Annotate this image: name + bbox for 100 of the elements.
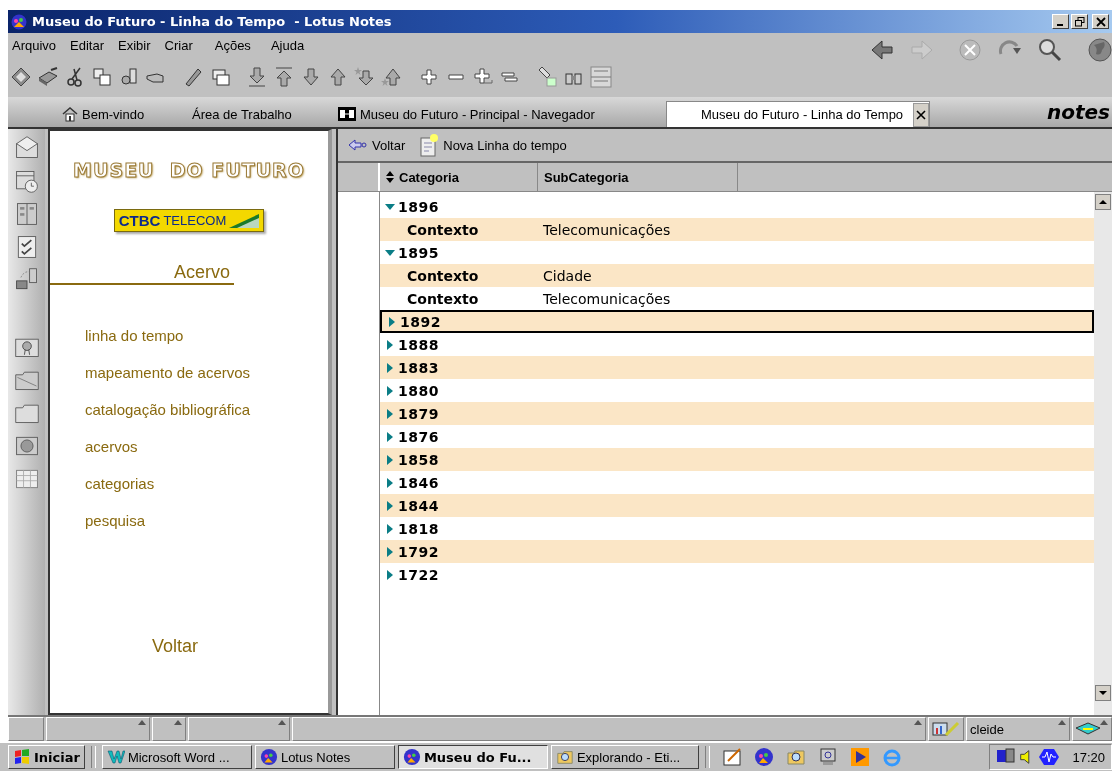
monitor-icon[interactable]: [817, 747, 838, 767]
new-timeline-button[interactable]: Nova Linha do tempo: [419, 133, 567, 157]
collapsed-triangle-icon[interactable]: [385, 569, 395, 580]
category-row[interactable]: 1892: [380, 310, 1094, 333]
minimize-button[interactable]: [1052, 14, 1069, 29]
collapsed-triangle-icon[interactable]: [385, 500, 395, 511]
star-arrow-down-icon[interactable]: [354, 66, 376, 88]
popup-arrow-icon[interactable]: [914, 720, 922, 725]
popup-arrow-icon[interactable]: [174, 720, 182, 725]
back-link[interactable]: Voltar: [152, 636, 199, 657]
tab[interactable]: Museu do Futuro - Linha do Tempo: [666, 101, 931, 127]
column-header[interactable]: Categoria: [380, 163, 538, 191]
globe-icon[interactable]: [1088, 38, 1112, 62]
category-row[interactable]: 1879: [380, 402, 1094, 425]
category-row[interactable]: 1880: [380, 379, 1094, 402]
expanded-triangle-icon[interactable]: [385, 247, 395, 258]
status-bar-segment[interactable]: [152, 717, 186, 741]
pen-icon[interactable]: [721, 747, 742, 767]
collapsed-triangle-icon[interactable]: [385, 546, 395, 557]
category-row[interactable]: 1883: [380, 356, 1094, 379]
category-row[interactable]: 1792: [380, 540, 1094, 563]
category-row[interactable]: 1876: [380, 425, 1094, 448]
wave-badge-icon[interactable]: [1038, 748, 1061, 766]
menu-item[interactable]: Editar: [70, 37, 105, 53]
category-row[interactable]: 1818: [380, 517, 1094, 540]
magnifier-folder-icon[interactable]: [785, 747, 806, 767]
document-row[interactable]: Contexto Cidade: [380, 264, 1094, 287]
back-action-button[interactable]: Voltar: [348, 137, 406, 153]
arrow-down-icon[interactable]: [246, 66, 268, 88]
category-row[interactable]: 1888: [380, 333, 1094, 356]
category-row[interactable]: 1895: [380, 241, 1094, 264]
nav-link[interactable]: linha do tempo: [85, 327, 184, 344]
arrow-up-icon[interactable]: [327, 66, 349, 88]
collapsed-triangle-icon[interactable]: [385, 454, 395, 465]
stop-icon[interactable]: [958, 38, 982, 62]
taskbar-button[interactable]: Microsoft Word ...: [101, 745, 252, 769]
popup-arrow-icon[interactable]: [278, 720, 286, 725]
menu-item[interactable]: Exibir: [118, 37, 151, 53]
document-row[interactable]: Contexto Telecomunicações: [380, 218, 1094, 241]
collapsed-triangle-icon[interactable]: [385, 362, 395, 373]
category-row[interactable]: 1896: [380, 195, 1094, 218]
popup-arrow-icon[interactable]: [138, 720, 146, 725]
menu-item[interactable]: Criar: [164, 37, 193, 53]
category-row[interactable]: 1722: [380, 563, 1094, 586]
close-tab-button[interactable]: [913, 102, 930, 127]
category-row[interactable]: 1858: [380, 448, 1094, 471]
taskbar-button[interactable]: Lotus Notes: [254, 745, 395, 769]
menu-item[interactable]: Ajuda: [270, 37, 305, 53]
scroll-down-icon[interactable]: [1095, 685, 1111, 701]
nav-link[interactable]: pesquisa: [85, 512, 146, 529]
cards-icon[interactable]: [209, 66, 231, 88]
document-row[interactable]: Contexto Telecomunicações: [380, 287, 1094, 310]
menu-item[interactable]: Ações: [214, 37, 251, 53]
category-row[interactable]: 1846: [380, 471, 1094, 494]
popup-arrow-icon[interactable]: [1058, 720, 1066, 725]
status-bar-segment[interactable]: [188, 717, 290, 741]
nav-link[interactable]: categorias: [85, 475, 155, 492]
tab[interactable]: Museu do Futuro - Principal - Navegador: [330, 101, 666, 127]
nav-link[interactable]: acervos: [85, 438, 138, 455]
calendar-icon[interactable]: [13, 168, 40, 194]
arrow-up-icon[interactable]: [273, 66, 295, 88]
document-icon[interactable]: [91, 66, 113, 88]
popup-arrow-icon[interactable]: [1100, 720, 1108, 725]
chart-pen-icon[interactable]: [932, 721, 960, 737]
expanded-triangle-icon[interactable]: [385, 201, 395, 212]
taskbar-button[interactable]: Museu do Fu...: [397, 745, 548, 769]
close-button[interactable]: [1092, 14, 1109, 29]
taskbar-button[interactable]: Explorando - Eti...: [550, 745, 699, 769]
nav-link[interactable]: catalogação bibliográfica: [85, 401, 251, 418]
category-row[interactable]: 1844: [380, 494, 1094, 517]
book-icon[interactable]: [37, 66, 59, 88]
people-icon[interactable]: [753, 747, 774, 767]
collapsed-triangle-icon[interactable]: [385, 408, 395, 419]
plus-icon[interactable]: [418, 66, 440, 88]
collapsed-triangle-icon[interactable]: [385, 385, 395, 396]
collapsed-triangle-icon[interactable]: [385, 339, 395, 350]
network-icon[interactable]: [996, 748, 1017, 766]
collapsed-triangle-icon[interactable]: [385, 431, 395, 442]
tab[interactable]: Área de Trabalho: [184, 101, 330, 127]
collapsed-triangle-icon[interactable]: [387, 316, 397, 327]
inbox-tray-icon[interactable]: [1075, 722, 1101, 736]
play-icon[interactable]: [849, 747, 870, 767]
search-icon[interactable]: [1038, 38, 1062, 62]
collapsed-triangle-icon[interactable]: [385, 523, 395, 534]
menu-item[interactable]: Arquivo: [12, 37, 57, 53]
status-bar-segment[interactable]: [292, 717, 926, 741]
scroll-up-icon[interactable]: [1095, 194, 1111, 210]
tab[interactable]: Bem-vindo: [54, 101, 184, 127]
start-button[interactable]: Iniciar: [8, 745, 85, 769]
scrollbar[interactable]: [1094, 192, 1112, 715]
column-header[interactable]: SubCategoria: [538, 163, 738, 191]
arrow-down-icon[interactable]: [300, 66, 322, 88]
nav-link[interactable]: mapeamento de acervos: [85, 364, 251, 381]
status-bar-segment[interactable]: [46, 717, 150, 741]
back-arrow-icon[interactable]: [870, 38, 894, 62]
flashlight-icon[interactable]: [536, 66, 558, 88]
mail-icon[interactable]: [13, 135, 40, 161]
restore-button[interactable]: [1071, 14, 1088, 29]
collapsed-triangle-icon[interactable]: [385, 477, 395, 488]
diamond-icon[interactable]: [10, 66, 32, 88]
